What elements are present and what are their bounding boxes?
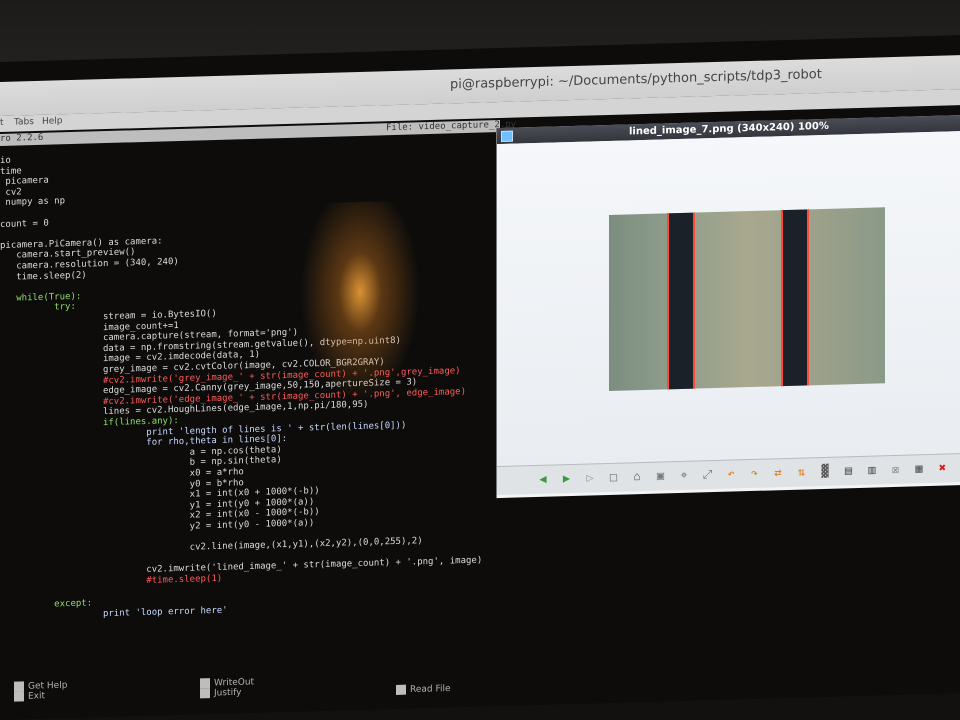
menu-help[interactable]: Help bbox=[42, 116, 63, 127]
play-icon[interactable]: ▷ bbox=[582, 469, 598, 485]
filmstrip-icon[interactable]: ▦ bbox=[911, 460, 927, 476]
rewind-icon[interactable]: □ bbox=[606, 469, 622, 485]
save-icon[interactable]: ▤ bbox=[841, 462, 857, 478]
menu-tabs[interactable]: Tabs bbox=[14, 117, 34, 128]
delete-icon[interactable]: ☒ bbox=[888, 461, 904, 477]
code-line: cv2.line(image,(x1,y1),(x2,y2),(0,0,255)… bbox=[0, 536, 423, 559]
fit-icon[interactable]: ▣ bbox=[653, 467, 669, 483]
detected-dark-stripe-left bbox=[667, 212, 695, 390]
monitor-screen: pi@raspberrypi: ~/Documents/python_scrip… bbox=[0, 35, 960, 720]
code-line: time.sleep(2) bbox=[0, 270, 87, 283]
nano-footer: Get Help Exit WriteOut Justify Read File bbox=[0, 654, 560, 710]
close-icon[interactable]: ✖ bbox=[935, 459, 951, 475]
rotate-right-icon[interactable]: ↷ bbox=[747, 465, 763, 481]
shortcut-read-file-label: Read File bbox=[410, 683, 451, 696]
code-line: io bbox=[0, 155, 11, 166]
key-icon bbox=[14, 681, 24, 692]
code-line: count = 0 bbox=[0, 218, 49, 230]
viewer-canvas bbox=[497, 131, 960, 467]
fullscreen-icon[interactable]: ⤢ bbox=[700, 466, 716, 482]
shortcut-justify-label: Justify bbox=[214, 687, 242, 699]
forward-icon[interactable]: ▶ bbox=[559, 470, 575, 486]
shortcut-exit-label: Exit bbox=[28, 691, 46, 702]
shortcut-read-file[interactable]: Read File bbox=[396, 683, 451, 695]
code-line: time bbox=[0, 165, 22, 177]
terminal-title: pi@raspberrypi: ~/Documents/python_scrip… bbox=[450, 67, 822, 93]
code-line: numpy as np bbox=[0, 196, 66, 209]
captured-image bbox=[609, 207, 885, 391]
zoom-icon[interactable]: ⌖ bbox=[676, 467, 692, 483]
menu-edit[interactable]: t bbox=[0, 118, 4, 128]
detected-dark-stripe-right bbox=[781, 209, 809, 387]
home-icon[interactable]: ⌂ bbox=[629, 468, 645, 484]
save-as-icon[interactable]: ▥ bbox=[864, 461, 880, 477]
flip-vertical-icon[interactable]: ⇅ bbox=[794, 463, 810, 479]
image-viewer-window: lined_image_7.png (340x240) 100% ◀ ▶ ▷ □ ⌂ ▣ ⌖… bbox=[496, 115, 960, 499]
histogram-icon[interactable]: ▓ bbox=[817, 463, 833, 479]
code-line: cv2.imwrite('lined_image_' + str(image_c… bbox=[0, 555, 483, 580]
key-icon bbox=[396, 684, 406, 695]
code-line: cv2 bbox=[0, 187, 22, 198]
flip-horizontal-icon[interactable]: ⇄ bbox=[770, 464, 786, 480]
key-icon bbox=[14, 691, 24, 702]
nano-version: ro 2.2.6 bbox=[0, 132, 44, 144]
key-icon bbox=[200, 688, 210, 699]
back-icon[interactable]: ◀ bbox=[535, 471, 551, 487]
code-line: picamera bbox=[0, 175, 49, 188]
rotate-left-icon[interactable]: ↶ bbox=[723, 465, 739, 481]
viewer-app-icon bbox=[501, 130, 513, 143]
code-editor[interactable]: io time picamera cv2 numpy as np count = 0… bbox=[0, 142, 500, 626]
key-icon bbox=[200, 678, 210, 689]
shortcut-exit[interactable]: Exit bbox=[14, 691, 45, 702]
shortcut-justify[interactable]: Justify bbox=[200, 687, 241, 699]
